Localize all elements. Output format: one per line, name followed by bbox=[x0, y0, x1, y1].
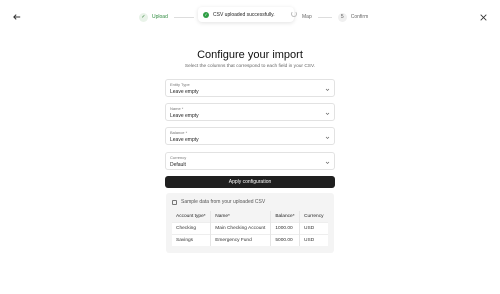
table-cell: 5000.00 bbox=[270, 234, 300, 246]
field-label: Balance * bbox=[170, 130, 188, 135]
sample-table: Account type* Name* Balance* Currency Ch… bbox=[172, 211, 328, 246]
back-button[interactable] bbox=[10, 10, 24, 24]
arrow-left-icon bbox=[13, 14, 21, 20]
column-header: Account type* bbox=[172, 211, 211, 223]
chevron-down-icon bbox=[325, 161, 330, 164]
step-upload[interactable]: ✓ Upload bbox=[139, 12, 168, 22]
name-select[interactable]: Name * Leave empty bbox=[165, 103, 335, 121]
field-value: Leave empty bbox=[170, 137, 199, 143]
page-subtitle: Select the columns that correspond to ea… bbox=[184, 64, 316, 69]
entity-type-select[interactable]: Entity Type Leave empty bbox=[165, 79, 335, 97]
step-divider bbox=[173, 16, 194, 18]
table-cell: Checking bbox=[172, 222, 211, 235]
table-cell: USD bbox=[299, 234, 328, 246]
page-title: Configure your import bbox=[197, 49, 303, 61]
sample-heading: Sample data from your uploaded CSV bbox=[172, 199, 265, 205]
step-label-map[interactable]: Map bbox=[302, 14, 312, 20]
apply-configuration-button[interactable]: Apply configuration bbox=[165, 176, 335, 188]
chevron-down-icon bbox=[325, 88, 330, 91]
sample-heading-text: Sample data from your uploaded CSV bbox=[181, 199, 266, 205]
column-header: Currency bbox=[299, 211, 328, 223]
column-header: Balance* bbox=[270, 211, 300, 223]
field-label: Entity Type bbox=[170, 82, 190, 87]
field-label: Currency bbox=[170, 155, 187, 160]
close-icon bbox=[479, 13, 487, 21]
table-row: Checking Main Checking Account 1000.00 U… bbox=[172, 222, 328, 235]
table-cell: Savings bbox=[172, 234, 211, 246]
currency-select[interactable]: Currency Default bbox=[165, 152, 335, 170]
field-value: Leave empty bbox=[170, 113, 199, 119]
toast-message: CSV uploaded successfully. bbox=[213, 11, 275, 18]
table-cell: 1000.00 bbox=[270, 222, 300, 235]
step-label-confirm[interactable]: Confirm bbox=[351, 14, 369, 20]
field-value: Default bbox=[170, 162, 186, 168]
table-row: Savings Emergency Fund 5000.00 USD bbox=[172, 234, 328, 246]
column-header: Name* bbox=[210, 211, 271, 223]
table-cell: USD bbox=[299, 222, 328, 235]
success-toast: ✓ CSV uploaded successfully. bbox=[198, 7, 294, 22]
field-label: Name * bbox=[170, 106, 184, 111]
sample-data-panel: Sample data from your uploaded CSV Accou… bbox=[166, 193, 334, 253]
step-number: 5 bbox=[337, 12, 347, 22]
step-label: Upload bbox=[152, 14, 168, 20]
table-icon bbox=[172, 199, 177, 205]
step-divider bbox=[317, 16, 332, 18]
stepper-tail: Map 5 Confirm bbox=[302, 10, 368, 24]
check-circle-icon: ✓ bbox=[203, 11, 209, 18]
field-value: Leave empty bbox=[170, 89, 199, 95]
balance-select[interactable]: Balance * Leave empty bbox=[165, 127, 335, 145]
chevron-down-icon bbox=[325, 136, 330, 139]
chevron-down-icon bbox=[325, 112, 330, 115]
close-button[interactable] bbox=[476, 10, 490, 24]
table-cell: Emergency Fund bbox=[210, 234, 271, 246]
loading-spinner-icon bbox=[291, 11, 297, 17]
table-header-row: Account type* Name* Balance* Currency bbox=[172, 211, 328, 223]
check-icon: ✓ bbox=[139, 12, 148, 22]
table-cell: Main Checking Account bbox=[210, 222, 271, 235]
